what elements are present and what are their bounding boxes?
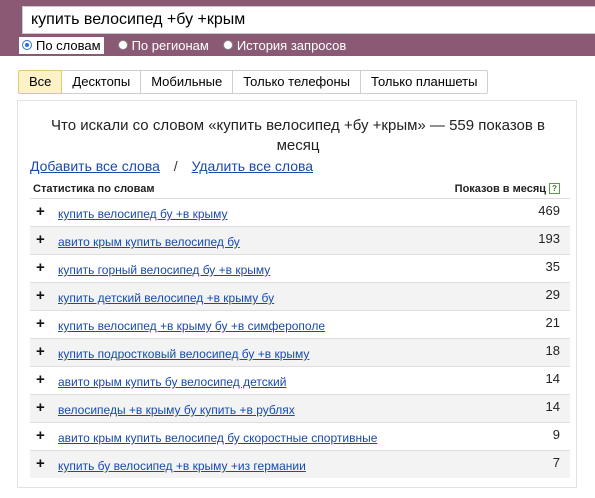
impressions-count: 7	[552, 455, 560, 470]
impressions-count: 35	[545, 259, 560, 274]
add-phrase-plus-icon[interactable]: +	[36, 344, 45, 359]
radio-label: По словам	[36, 37, 101, 53]
actions-separator: /	[173, 158, 178, 174]
phrase-link[interactable]: купить велосипед +в крыму бу +в симфероп…	[58, 319, 325, 333]
radio-by-regions[interactable]: По регионам	[117, 37, 209, 53]
phrase-link[interactable]: купить подростковый велосипед бу +в крым…	[58, 347, 309, 361]
impressions-count: 469	[538, 203, 560, 218]
table-row: + купить детский велосипед +в крыму бу 2…	[30, 282, 570, 310]
table-row: + авито крым купить велосипед бу скорост…	[30, 422, 570, 450]
phrase-link[interactable]: авито крым купить бу велосипед детский	[58, 375, 286, 389]
add-phrase-plus-icon[interactable]: +	[36, 316, 45, 331]
word-actions: Добавить все слова / Удалить все слова	[30, 158, 313, 174]
table-row: + велосипеды +в крыму бу купить +в рубля…	[30, 394, 570, 422]
column-header-impressions: Показов в месяц?	[455, 183, 560, 195]
radio-by-words[interactable]: По словам	[19, 36, 104, 54]
table-row: + купить бу велосипед +в крыму +из герма…	[30, 450, 570, 478]
radio-circle-icon	[222, 40, 233, 50]
phrase-link[interactable]: авито крым купить велосипед бу скоростны…	[58, 431, 377, 445]
radio-label: История запросов	[236, 37, 347, 53]
impressions-count: 18	[545, 343, 560, 358]
radio-circle-icon	[117, 40, 128, 50]
search-input[interactable]	[22, 6, 595, 34]
radio-label: По регионам	[131, 37, 209, 53]
add-phrase-plus-icon[interactable]: +	[36, 232, 45, 247]
radio-history[interactable]: История запросов	[222, 37, 347, 53]
column-header-words: Статистика по словам	[33, 183, 155, 195]
add-phrase-plus-icon[interactable]: +	[36, 372, 45, 387]
table-row: + авито крым купить бу велосипед детский…	[30, 366, 570, 394]
column-header-impressions-label: Показов в месяц	[454, 183, 546, 195]
panel-title: Что искали со словом «купить велосипед +…	[51, 117, 545, 154]
phrase-link[interactable]: купить велосипед бу +в крыму	[58, 207, 228, 221]
tab-tablets-only[interactable]: Только планшеты	[361, 70, 489, 94]
phrase-link[interactable]: купить бу велосипед +в крыму +из германи…	[58, 459, 306, 473]
delete-all-words-link[interactable]: Удалить все слова	[192, 158, 313, 174]
table-row: + авито крым купить велосипед бу 193	[30, 226, 570, 254]
add-phrase-plus-icon[interactable]: +	[36, 456, 45, 471]
impressions-count: 14	[545, 371, 560, 386]
impressions-count: 14	[545, 399, 560, 414]
add-phrase-plus-icon[interactable]: +	[36, 260, 45, 275]
results-table: + купить велосипед бу +в крыму 469 + ави…	[30, 198, 570, 478]
table-row: + купить горный велосипед бу +в крыму 35	[30, 254, 570, 282]
phrase-link[interactable]: велосипеды +в крыму бу купить +в рублях	[58, 403, 295, 417]
impressions-count: 9	[552, 427, 560, 442]
tab-all[interactable]: Все	[18, 70, 63, 94]
table-row: + купить велосипед +в крыму бу +в симфер…	[30, 310, 570, 338]
radio-circle-icon	[22, 40, 32, 50]
search-header: По словам По регионам История запросов	[0, 0, 595, 56]
device-tabs: Все Десктопы Мобильные Только телефоны Т…	[18, 70, 489, 94]
table-row: + купить подростковый велосипед бу +в кр…	[30, 338, 570, 366]
search-mode-radios: По словам По регионам История запросов	[19, 36, 360, 54]
tab-desktops[interactable]: Десктопы	[62, 70, 142, 94]
add-all-words-link[interactable]: Добавить все слова	[30, 158, 160, 174]
add-phrase-plus-icon[interactable]: +	[36, 400, 45, 415]
tab-phones-only[interactable]: Только телефоны	[233, 70, 362, 94]
table-row: + купить велосипед бу +в крыму 469	[30, 198, 570, 226]
impressions-count: 21	[545, 315, 560, 330]
tab-mobile[interactable]: Мобильные	[141, 70, 234, 94]
help-icon[interactable]: ?	[549, 183, 560, 194]
phrase-link[interactable]: купить детский велосипед +в крыму бу	[58, 291, 274, 305]
add-phrase-plus-icon[interactable]: +	[36, 428, 45, 443]
add-phrase-plus-icon[interactable]: +	[36, 204, 45, 219]
add-phrase-plus-icon[interactable]: +	[36, 288, 45, 303]
phrase-link[interactable]: купить горный велосипед бу +в крыму	[58, 263, 270, 277]
impressions-count: 193	[538, 231, 560, 246]
impressions-count: 29	[545, 287, 560, 302]
results-panel: Что искали со словом «купить велосипед +…	[17, 100, 577, 488]
table-header: Статистика по словам Показов в месяц?	[30, 181, 570, 197]
phrase-link[interactable]: авито крым купить велосипед бу	[58, 235, 240, 249]
